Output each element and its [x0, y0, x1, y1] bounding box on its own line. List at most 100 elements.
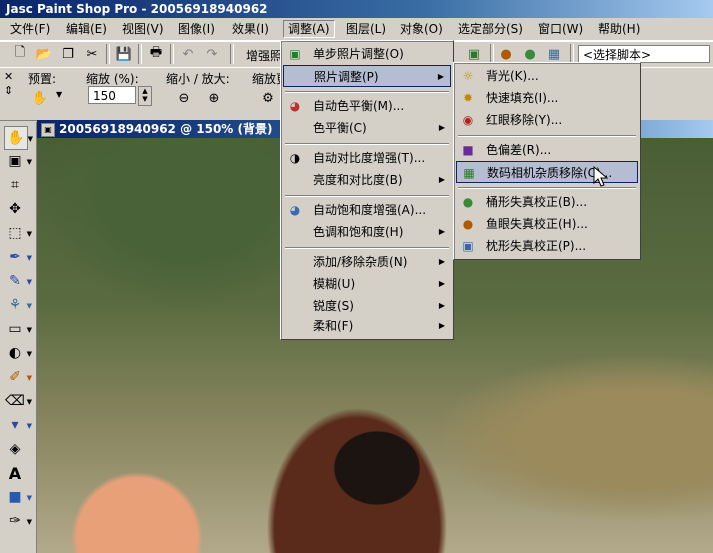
submenu-arrow-icon: ▶: [438, 321, 445, 330]
window-title: Jasc Paint Shop Pro - 20056918940962: [6, 2, 268, 16]
menu-effects[interactable]: 效果(I): [228, 21, 273, 37]
person-green-icon[interactable]: ●: [520, 44, 540, 64]
zoom-in-icon[interactable]: ⊕: [204, 88, 224, 108]
close-icon[interactable]: ✕: [4, 70, 13, 83]
submenu-arrow-icon: ▶: [438, 175, 445, 184]
landscape-icon[interactable]: ▦: [544, 44, 564, 64]
picture-tube-icon[interactable]: ▾ ▼: [4, 414, 32, 436]
menu-item-backlight[interactable]: ☼ 背光(K)...: [456, 65, 638, 87]
menu-objects[interactable]: 对象(O): [396, 21, 447, 37]
pan-hand-icon[interactable]: ✋: [30, 88, 50, 108]
cut-icon[interactable]: ✂: [82, 44, 102, 64]
pin-icon[interactable]: ⇕: [4, 84, 13, 97]
new-file-icon[interactable]: 🗋: [10, 44, 30, 64]
menu-item-auto-color-balance[interactable]: ◕ 自动色平衡(M)...: [283, 95, 451, 117]
text-tool-icon[interactable]: A: [4, 462, 26, 484]
enhance-photo-label[interactable]: 增强照: [246, 47, 282, 64]
menu-item-hue-saturation[interactable]: 色调和饱和度(H) ▶: [283, 221, 451, 243]
dodge-tool-icon[interactable]: ◐ ▼: [4, 342, 32, 364]
open-file-icon[interactable]: 📂: [34, 44, 54, 64]
photo-icon: ▣: [289, 47, 301, 61]
menu-bar: 文件(F) 编辑(E) 视图(V) 图像(I) 效果(I) 调整(A) 图层(L…: [0, 18, 713, 41]
pen-tool-icon[interactable]: ✑ ▼: [4, 510, 32, 532]
clone-brush-icon[interactable]: ⚘ ▼: [4, 294, 32, 316]
undo-icon[interactable]: ↶: [178, 44, 198, 64]
menu-item-red-eye[interactable]: ◉ 红眼移除(Y)...: [456, 109, 638, 131]
menu-selections[interactable]: 选定部分(S): [454, 21, 527, 37]
menu-item-blur[interactable]: 模糊(U) ▶: [283, 273, 451, 295]
menu-item-auto-contrast[interactable]: ◑ 自动对比度增强(T)...: [283, 147, 451, 169]
paint-brush-icon[interactable]: ✎ ▼: [4, 270, 32, 292]
zoom-inout-label: 缩小 / 放大:: [166, 72, 230, 86]
menu-window[interactable]: 窗口(W): [534, 21, 587, 37]
photo-fix-submenu: ☼ 背光(K)... ✹ 快速填充(I)... ◉ 红眼移除(Y)... ■ 色…: [453, 62, 641, 260]
pan-tool-icon[interactable]: ✋ ▼: [4, 126, 33, 150]
menu-edit[interactable]: 编辑(E): [62, 21, 111, 37]
backlight-icon: ☼: [462, 69, 474, 83]
scratch-remover-icon[interactable]: ▭ ▼: [4, 318, 32, 340]
camera-noise-icon: ▦: [463, 166, 475, 180]
preset-shape-icon[interactable]: ■ ▼: [4, 486, 32, 508]
mouse-cursor-icon: [593, 165, 609, 191]
selection-tool-icon[interactable]: ⬚ ▼: [4, 222, 32, 244]
title-bar: Jasc Paint Shop Pro - 20056918940962: [0, 0, 713, 18]
move-tool-icon[interactable]: ✥: [4, 198, 26, 220]
save-icon[interactable]: 💾: [114, 44, 134, 64]
color-balance-icon: ◕: [289, 99, 301, 113]
eraser-tool-icon[interactable]: ⌫ ▼: [4, 390, 32, 412]
menu-file[interactable]: 文件(F): [6, 21, 54, 37]
menu-item-barrel-distortion[interactable]: ● 桶形失真校正(B)...: [456, 191, 638, 213]
menu-item-fisheye-distortion[interactable]: ● 鱼眼失真校正(H)...: [456, 213, 638, 235]
image-window-title: 20056918940962 @ 150% (背景): [59, 122, 273, 136]
smudge-tool-icon[interactable]: ✐ ▼: [4, 366, 32, 388]
menu-item-soften[interactable]: 柔和(F) ▶: [283, 315, 451, 337]
person-icon[interactable]: ●: [496, 44, 516, 64]
fill-flash-icon: ✹: [462, 91, 474, 105]
dropper-tool-icon[interactable]: ✒ ▼: [4, 246, 32, 268]
menu-item-add-remove-noise[interactable]: 添加/移除杂质(N) ▶: [283, 251, 451, 273]
contrast-icon: ◑: [289, 151, 301, 165]
zoom-more-icon[interactable]: ⚙: [258, 88, 278, 108]
red-eye-icon: ◉: [462, 113, 474, 127]
menu-item-sharpness[interactable]: 锐度(S) ▶: [283, 295, 451, 317]
crop-tool-icon[interactable]: ⌗: [4, 174, 26, 196]
saturation-icon: ◕: [289, 203, 301, 217]
submenu-arrow-icon: ▶: [438, 257, 445, 266]
fisheye-icon: ●: [462, 217, 474, 231]
menu-item-one-step-photo-fix[interactable]: ▣ 单步照片调整(O): [283, 43, 451, 65]
menu-view[interactable]: 视图(V): [118, 21, 168, 37]
submenu-arrow-icon: ▶: [438, 123, 445, 132]
flood-fill-icon[interactable]: ◈: [4, 438, 26, 460]
adjust-menu: ▣ 单步照片调整(O) 照片调整(P) ▶ ◕ 自动色平衡(M)... 色平衡(…: [280, 40, 454, 340]
submenu-arrow-icon: ▶: [438, 227, 445, 236]
menu-item-camera-noise-removal[interactable]: ▦ 数码相机杂质移除(C)...: [456, 161, 638, 183]
menu-layers[interactable]: 图层(L): [342, 21, 390, 37]
redo-icon[interactable]: ↷: [202, 44, 222, 64]
menu-item-auto-saturation[interactable]: ◕ 自动饱和度增强(A)...: [283, 199, 451, 221]
photo-enhance-icon[interactable]: ▣: [464, 44, 484, 64]
deform-tool-icon[interactable]: ▣ ▼: [4, 150, 32, 172]
zoom-spinner[interactable]: ▲ ▼: [138, 86, 152, 106]
submenu-arrow-icon: ▶: [438, 279, 445, 288]
menu-image[interactable]: 图像(I): [174, 21, 219, 37]
preset-label: 预置:: [28, 72, 57, 86]
menu-item-brightness-contrast[interactable]: 亮度和对比度(B) ▶: [283, 169, 451, 191]
menu-item-photo-fix[interactable]: 照片调整(P) ▶: [283, 65, 451, 87]
menu-item-color-balance[interactable]: 色平衡(C) ▶: [283, 117, 451, 139]
image-window-icon[interactable]: ▣: [41, 123, 55, 137]
print-icon[interactable]: 🖶: [146, 44, 166, 64]
color-cast-icon: ■: [462, 143, 474, 157]
zoom-percent-label: 缩放 (%):: [86, 72, 139, 86]
menu-item-fill-flash[interactable]: ✹ 快速填充(I)...: [456, 87, 638, 109]
barrel-icon: ●: [462, 195, 474, 209]
copy-icon[interactable]: ❐: [58, 44, 78, 64]
zoom-out-icon[interactable]: ⊖: [174, 88, 194, 108]
menu-help[interactable]: 帮助(H): [594, 21, 644, 37]
menu-adjust[interactable]: 调整(A): [283, 20, 335, 38]
zoom-value-field[interactable]: 150: [88, 86, 136, 104]
menu-item-pincushion-distortion[interactable]: ▣ 枕形失真校正(P)...: [456, 235, 638, 257]
script-select[interactable]: <选择脚本>: [578, 45, 710, 63]
submenu-arrow-icon: ▶: [437, 72, 444, 81]
chevron-down-icon[interactable]: ▼: [56, 90, 62, 99]
menu-item-color-cast[interactable]: ■ 色偏差(R)...: [456, 139, 638, 161]
